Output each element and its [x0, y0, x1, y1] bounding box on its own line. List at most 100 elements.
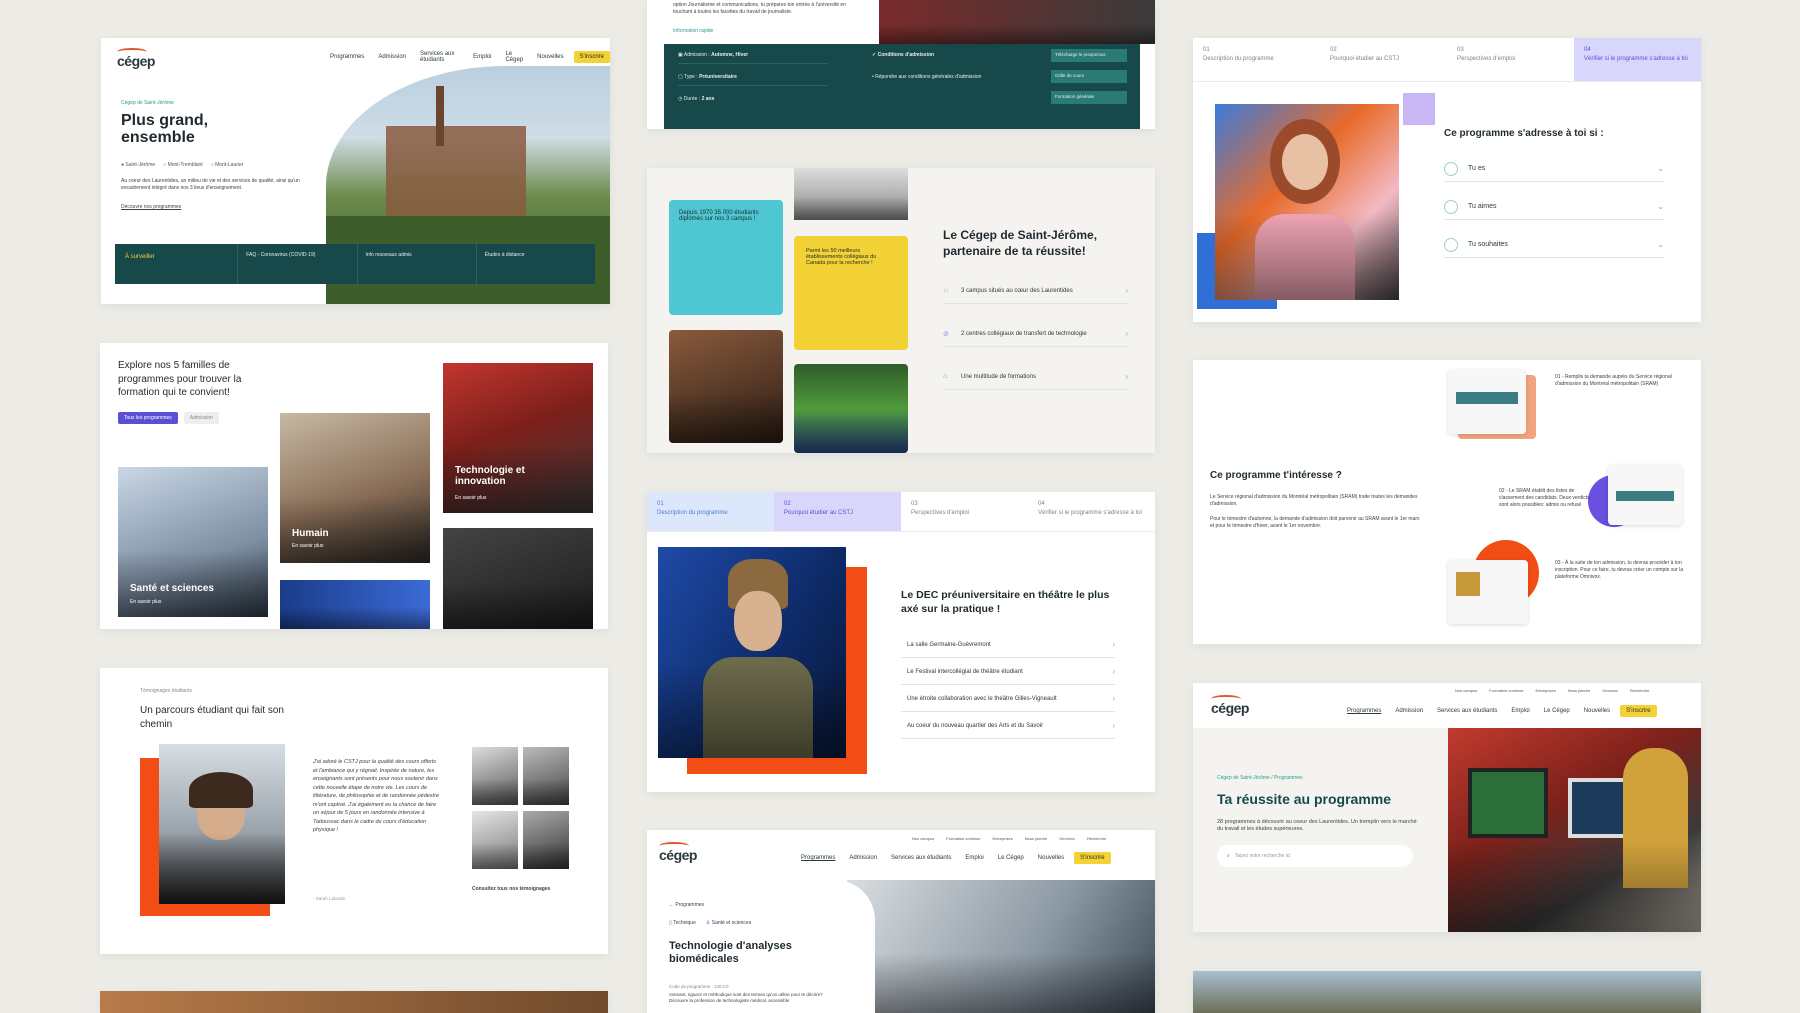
lab-photo	[847, 880, 1155, 1013]
nav-services[interactable]: Services aux étudiants	[420, 51, 459, 63]
campus-option[interactable]: ○ Mont-Laurier	[211, 162, 244, 168]
nav-programmes[interactable]: Programmes	[1347, 708, 1381, 714]
nav-cegep[interactable]: Le Cégep	[998, 855, 1024, 861]
chip-admission[interactable]: Admission	[183, 412, 219, 424]
register-button[interactable]: S'inscrire	[573, 51, 610, 63]
topnav-omnivox[interactable]: Omnivox	[1602, 688, 1618, 693]
tile-blue-photo[interactable]	[280, 580, 430, 629]
topnav-continuing[interactable]: Formation continue	[946, 836, 980, 841]
register-button[interactable]: S'inscrire	[1074, 852, 1111, 864]
nav-emploi[interactable]: Emploi	[1511, 708, 1529, 714]
faq-link[interactable]: FAQ - Coronavirus (COVID-19)	[237, 244, 356, 284]
thumbnail[interactable]	[523, 747, 569, 805]
tile-health-science[interactable]: Santé et sciences En savoir plus	[118, 467, 268, 617]
tab-jobs[interactable]: 03 Perspectives d'emploi	[901, 492, 1028, 531]
tab-check[interactable]: 04 Vérifier si le programme s'adresse à t…	[1574, 38, 1701, 81]
prospectus-button[interactable]: Télécharge le prospectus	[1051, 49, 1127, 62]
thumbnail[interactable]	[523, 811, 569, 869]
nav-admission[interactable]: Admission	[849, 855, 877, 861]
all-testimonials-link[interactable]: Consultez tous nos témoignages	[472, 886, 550, 893]
nav-cegep[interactable]: Le Cégep	[505, 51, 523, 63]
nav-services[interactable]: Services aux étudiants	[891, 855, 951, 861]
hero-body: Au coeur des Laurentides, un milieu de v…	[121, 178, 300, 191]
search-input[interactable]: ⌕ Tapez votre recherche ici	[1217, 845, 1413, 867]
tab-description[interactable]: 01 Description du programme	[647, 492, 774, 531]
theatre-item[interactable]: Au coeur du nouveau quartier des Arts et…	[901, 713, 1115, 739]
theatre-item[interactable]: Le Festival intercollégial de théâtre ét…	[901, 659, 1115, 685]
nav-nouvelles[interactable]: Nouvelles	[1038, 855, 1064, 861]
step-1-screen	[1448, 370, 1526, 434]
chevron-down-icon: ⌄	[1657, 164, 1664, 173]
thumbnail[interactable]	[472, 811, 518, 869]
nav-programmes[interactable]: Programmes	[801, 855, 835, 861]
course-grid-button[interactable]: Grille de cours	[1051, 70, 1127, 83]
thumbnail[interactable]	[472, 747, 518, 805]
top-nav: Nos campus Formation continue Entreprise…	[1455, 688, 1649, 693]
general-training-button[interactable]: Formation générale	[1051, 91, 1127, 104]
nav-emploi[interactable]: Emploi	[965, 855, 983, 861]
conditions-title: ✓ Conditions d'admission	[872, 52, 935, 58]
audience-item[interactable]: Tu souhaites ⌄	[1444, 232, 1664, 258]
tile-lab-photo[interactable]	[443, 528, 593, 629]
bottom-right-preview	[1193, 971, 1701, 1013]
clock-icon: ◷	[678, 96, 683, 102]
highlight-bar: À surveiller FAQ - Coronavirus (COVID-19…	[115, 244, 595, 284]
breadcrumb[interactable]: Cégep de Saint-Jérôme / Programmes	[1217, 775, 1303, 782]
topnav-business[interactable]: Entreprises	[1535, 688, 1555, 693]
cegep-logo[interactable]: cégep	[1211, 695, 1249, 716]
chip-all-programs[interactable]: Tous les programmes	[118, 412, 178, 424]
nav-admission[interactable]: Admission	[1395, 708, 1423, 714]
campus-option[interactable]: ○ Mont-Tremblant	[163, 162, 203, 168]
topnav-search[interactable]: Recherche	[1630, 688, 1649, 693]
partner-item[interactable]: ⌂ Une multitude de formations ›	[943, 364, 1128, 390]
breadcrumb[interactable]: Cégep de Saint-Jérôme	[121, 100, 174, 106]
nav-nouvelles[interactable]: Nouvelles	[1584, 708, 1610, 714]
tag-health: ♙ Santé et sciences	[705, 920, 752, 926]
step-3-text: 03 - À la suite de ton admission, tu dev…	[1555, 560, 1684, 580]
theatre-item[interactable]: Une étroite collaboration avec le théâtr…	[901, 686, 1115, 712]
new-admits-link[interactable]: Info nouveaux admis	[356, 244, 476, 284]
partner-item[interactable]: ⁙ 3 campus situés au cœur des Laurentides…	[943, 278, 1128, 304]
topnav-campus[interactable]: Nos campus	[912, 836, 934, 841]
check-icon: ✓	[872, 52, 877, 58]
tab-description[interactable]: 01 Description du programme	[1193, 38, 1320, 81]
back-link[interactable]: ← Programmes	[669, 902, 704, 909]
audience-item[interactable]: Tu es ⌄	[1444, 156, 1664, 182]
topnav-contact[interactable]: Nous joindre	[1568, 688, 1590, 693]
discover-link[interactable]: Découvre nos programmes	[121, 204, 181, 211]
tab-why[interactable]: 02 Pourquoi étudier au CSTJ	[1320, 38, 1447, 81]
tile-technology[interactable]: Technologie et innovation En savoir plus	[443, 363, 593, 513]
nav-cegep[interactable]: Le Cégep	[1544, 708, 1570, 714]
topnav-contact[interactable]: Nous joindre	[1025, 836, 1047, 841]
campus-option[interactable]: ● Saint-Jérôme	[121, 162, 155, 168]
tab-check[interactable]: 04 Vérifier si le programme s'adresse à t…	[1028, 492, 1155, 531]
tag-technique: ▯ Technique	[669, 920, 696, 926]
topnav-omnivox[interactable]: Omnivox	[1059, 836, 1075, 841]
chevron-right-icon: ›	[1112, 694, 1115, 703]
purple-accent-shape	[1403, 93, 1435, 125]
audience-list: Tu es ⌄ Tu aimes ⌄ Tu souhaites ⌄	[1444, 156, 1664, 258]
topnav-campus[interactable]: Nos campus	[1455, 688, 1477, 693]
tile-human[interactable]: Humain En savoir plus	[280, 413, 430, 563]
distance-link[interactable]: Études à distance	[475, 244, 595, 284]
topnav-search[interactable]: Recherche	[1087, 836, 1106, 841]
nav-programmes[interactable]: Programmes	[330, 54, 364, 60]
nav-admission[interactable]: Admission	[378, 54, 406, 60]
nav-nouvelles[interactable]: Nouvelles	[537, 54, 563, 60]
audience-item[interactable]: Tu aimes ⌄	[1444, 194, 1664, 220]
nav-emploi[interactable]: Emploi	[473, 54, 491, 60]
partner-item[interactable]: ⊘ 2 centres collégiaux de transfert de te…	[943, 321, 1128, 347]
topnav-business[interactable]: Entreprises	[992, 836, 1012, 841]
tab-why[interactable]: 02 Pourquoi étudier au CSTJ	[774, 492, 901, 531]
landing-title: Ta réussite au programme	[1217, 791, 1392, 807]
theatre-item[interactable]: La salle Germaine-Guèvremont ›	[901, 632, 1115, 658]
register-button[interactable]: S'inscrire	[1620, 705, 1657, 717]
cegep-logo[interactable]: cégep	[659, 842, 697, 863]
bottom-left-preview	[100, 991, 608, 1013]
partner-title: Le Cégep de Saint-Jérôme, partenaire de …	[943, 228, 1098, 258]
nav-services[interactable]: Services aux étudiants	[1437, 708, 1497, 714]
cegep-logo[interactable]: cégep	[117, 48, 155, 69]
hero-title: Plus grand, ensemble	[121, 112, 209, 146]
tab-jobs[interactable]: 03 Perspectives d'emploi	[1447, 38, 1574, 81]
topnav-continuing[interactable]: Formation continue	[1489, 688, 1523, 693]
